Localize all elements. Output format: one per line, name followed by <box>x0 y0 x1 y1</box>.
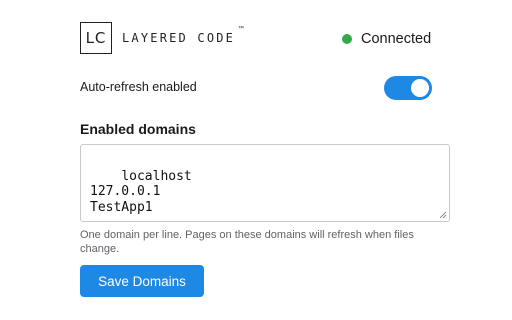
settings-page: LC LAYERED CODE ™ Connected Auto-refresh… <box>0 0 512 320</box>
logo-mark-text: LC <box>85 29 107 47</box>
domains-textarea[interactable]: localhost 127.0.0.1 TestApp1 <box>80 144 450 222</box>
toggle-knob <box>411 79 429 97</box>
status-text: Connected <box>361 31 432 47</box>
status-dot-icon <box>342 34 352 44</box>
logo-text: LAYERED CODE <box>122 31 236 45</box>
domains-hint: One domain per line. Pages on these doma… <box>80 229 414 255</box>
domains-textarea-value: localhost 127.0.0.1 TestApp1 <box>90 168 192 215</box>
auto-refresh-label: Auto-refresh enabled <box>80 80 197 94</box>
connection-status: Connected <box>342 31 431 47</box>
resize-grip-icon[interactable] <box>439 211 447 219</box>
save-domains-button[interactable]: Save Domains <box>80 265 204 297</box>
trademark-symbol: ™ <box>238 26 244 32</box>
domains-heading: Enabled domains <box>80 121 196 137</box>
auto-refresh-toggle[interactable] <box>384 76 432 100</box>
logo-mark: LC <box>80 22 112 54</box>
